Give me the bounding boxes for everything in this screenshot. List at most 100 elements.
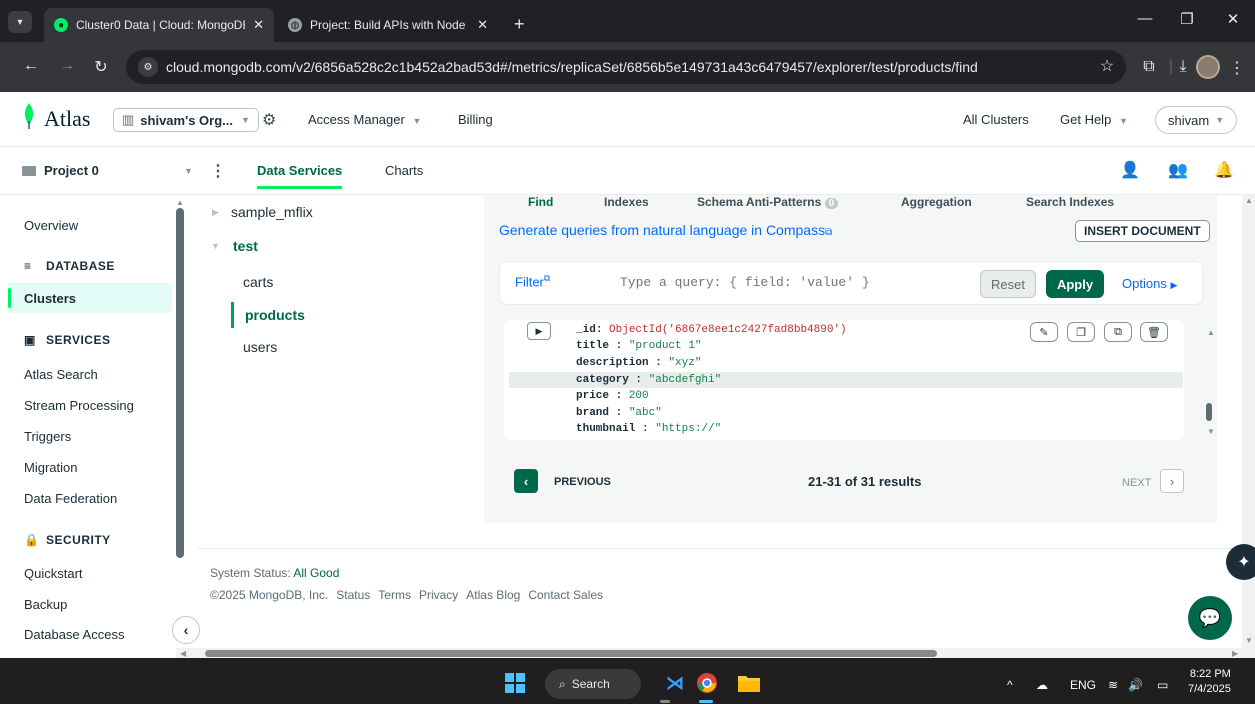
ai-assistant-sparkle-icon[interactable]: ✦ <box>1226 544 1255 580</box>
bookmark-star-icon[interactable]: ☆ <box>1096 56 1118 76</box>
invite-user-icon[interactable]: 👤 <box>1120 160 1140 180</box>
access-manager-menu[interactable]: Access Manager ▼ <box>308 112 421 127</box>
expand-document-button[interactable]: ▶ <box>527 322 551 340</box>
tab-data-services[interactable]: Data Services <box>257 163 343 189</box>
reset-button[interactable]: Reset <box>980 270 1036 298</box>
footer-link-privacy[interactable]: Privacy <box>419 588 458 602</box>
next-page-button[interactable]: › <box>1160 469 1184 493</box>
collapse-sidebar-button[interactable]: ‹ <box>172 616 200 644</box>
filter-query-input[interactable] <box>620 270 960 294</box>
sidebar-item-database-access[interactable]: Database Access <box>24 627 124 642</box>
collection-carts[interactable]: carts <box>243 274 273 290</box>
project-selector[interactable]: Project 0 <box>22 163 99 178</box>
download-icon[interactable]: ⤓ <box>1172 58 1194 76</box>
volume-icon[interactable]: 🔊 <box>1128 678 1143 692</box>
scroll-up-arrow-icon[interactable]: ▲ <box>1245 196 1253 205</box>
vscode-icon[interactable]: ⋊ <box>660 668 690 698</box>
footer-link-atlas-blog[interactable]: Atlas Blog <box>466 588 520 602</box>
horizontal-scroll-thumb[interactable] <box>205 650 937 657</box>
previous-label[interactable]: PREVIOUS <box>554 476 611 488</box>
footer-link-terms[interactable]: Terms <box>378 588 411 602</box>
sidebar-item-quickstart[interactable]: Quickstart <box>24 566 83 581</box>
profile-avatar[interactable] <box>1196 55 1220 79</box>
wifi-icon[interactable]: ≋ <box>1108 678 1118 692</box>
taskbar-search[interactable]: ⌕ Search <box>545 669 641 699</box>
delete-document-icon[interactable]: 🗑 <box>1140 322 1168 342</box>
new-tab-button[interactable]: + <box>514 14 525 35</box>
close-tab-icon[interactable]: ✕ <box>245 17 264 33</box>
reload-icon[interactable]: ↻ <box>90 57 112 77</box>
db-sample-mflix[interactable]: sample_mflix <box>231 204 313 220</box>
sidebar-item-overview[interactable]: Overview <box>24 218 78 233</box>
language-indicator[interactable]: ENG <box>1070 678 1096 692</box>
show-hidden-icons-icon[interactable]: ^ <box>1007 678 1013 692</box>
options-toggle[interactable]: Options ▶ <box>1122 276 1177 291</box>
tab-schema-anti-patterns[interactable]: Schema Anti-Patterns 0 <box>697 195 839 209</box>
scroll-right-arrow-icon[interactable]: ▶ <box>1232 649 1238 658</box>
sidebar-item-clusters[interactable]: Clusters <box>24 291 76 306</box>
status-value-link[interactable]: All Good <box>293 566 339 580</box>
collection-products[interactable]: products <box>245 307 305 323</box>
project-more-icon[interactable]: ⋮ <box>210 161 226 181</box>
filter-link[interactable]: Filter⧉ <box>515 273 550 289</box>
user-menu[interactable]: shivam ▼ <box>1155 106 1238 134</box>
tab-charts[interactable]: Charts <box>385 163 423 178</box>
close-window-icon[interactable]: ✕ <box>1218 10 1248 28</box>
minimize-icon[interactable]: — <box>1130 10 1160 27</box>
apply-button[interactable]: Apply <box>1046 270 1104 298</box>
page-vertical-scrollbar[interactable] <box>1242 195 1255 657</box>
scroll-down-arrow-icon[interactable]: ▼ <box>1207 427 1215 436</box>
atlas-logo[interactable]: Atlas <box>44 106 90 132</box>
forward-icon[interactable]: → <box>56 57 78 75</box>
footer-link-status[interactable]: Status <box>336 588 370 602</box>
file-explorer-icon[interactable] <box>734 668 764 698</box>
scroll-up-arrow-icon[interactable]: ▲ <box>176 198 184 207</box>
copy-document-icon[interactable]: ❐ <box>1067 322 1095 342</box>
tab-search-indexes[interactable]: Search Indexes <box>1026 195 1114 209</box>
browser-tab-active[interactable]: ● Cluster0 Data | Cloud: MongoDB ✕ <box>44 8 274 42</box>
scroll-up-arrow-icon[interactable]: ▲ <box>1207 328 1215 337</box>
close-tab-icon[interactable]: ✕ <box>469 17 488 33</box>
insert-document-button[interactable]: INSERT DOCUMENT <box>1075 220 1210 242</box>
chevron-down-icon[interactable]: ▼ <box>211 241 220 251</box>
all-clusters-link[interactable]: All Clusters <box>963 112 1029 127</box>
next-label[interactable]: NEXT <box>1122 477 1151 489</box>
tab-find[interactable]: Find <box>528 195 553 209</box>
taskbar-clock[interactable]: 8:22 PM 7/4/2025 <box>1188 667 1231 697</box>
scroll-down-arrow-icon[interactable]: ▼ <box>1245 636 1253 645</box>
org-settings-gear-icon[interactable]: ⚙ <box>262 110 276 130</box>
footer-link-contact-sales[interactable]: Contact Sales <box>528 588 603 602</box>
windows-start-icon[interactable] <box>500 668 530 698</box>
db-test[interactable]: test <box>233 238 258 254</box>
extensions-icon[interactable]: ⧉ <box>1138 58 1160 76</box>
restore-icon[interactable]: ❐ <box>1172 10 1202 28</box>
previous-page-button[interactable]: ‹ <box>514 469 538 493</box>
edit-document-icon[interactable]: ✎ <box>1030 322 1058 342</box>
get-help-menu[interactable]: Get Help ▼ <box>1060 112 1128 127</box>
sidebar-item-data-federation[interactable]: Data Federation <box>24 491 117 506</box>
chat-support-icon[interactable]: 💬 <box>1188 596 1232 640</box>
onedrive-icon[interactable]: ☁ <box>1036 678 1048 692</box>
notifications-bell-icon[interactable]: 🔔 <box>1214 160 1234 180</box>
org-selector[interactable]: ▥ shivam's Org... ▼ <box>113 108 259 132</box>
tab-indexes[interactable]: Indexes <box>604 195 649 209</box>
scroll-left-arrow-icon[interactable]: ◀ <box>180 649 186 658</box>
browser-tab[interactable]: ◍ Project: Build APIs with Node ✕ <box>278 8 498 42</box>
chrome-icon[interactable] <box>692 668 722 698</box>
tab-search-menu-icon[interactable]: ▾ <box>8 11 32 33</box>
site-info-icon[interactable]: ⚙ <box>138 57 158 77</box>
sidebar-item-migration[interactable]: Migration <box>24 460 77 475</box>
document-scrollbar[interactable] <box>1206 403 1212 421</box>
battery-icon[interactable]: ▭ <box>1157 678 1168 692</box>
sidebar-item-triggers[interactable]: Triggers <box>24 429 71 444</box>
sidebar-item-stream-processing[interactable]: Stream Processing <box>24 398 134 413</box>
clone-document-icon[interactable]: ⧉ <box>1104 322 1132 342</box>
browser-menu-icon[interactable]: ⋮ <box>1226 58 1248 78</box>
sidebar-item-atlas-search[interactable]: Atlas Search <box>24 367 98 382</box>
billing-link[interactable]: Billing <box>458 112 493 127</box>
sidebar-scrollbar[interactable] <box>176 208 184 558</box>
collection-users[interactable]: users <box>243 339 277 355</box>
activity-feed-icon[interactable]: 👥 <box>1168 160 1188 180</box>
sidebar-item-backup[interactable]: Backup <box>24 597 67 612</box>
back-icon[interactable]: ← <box>20 57 42 75</box>
